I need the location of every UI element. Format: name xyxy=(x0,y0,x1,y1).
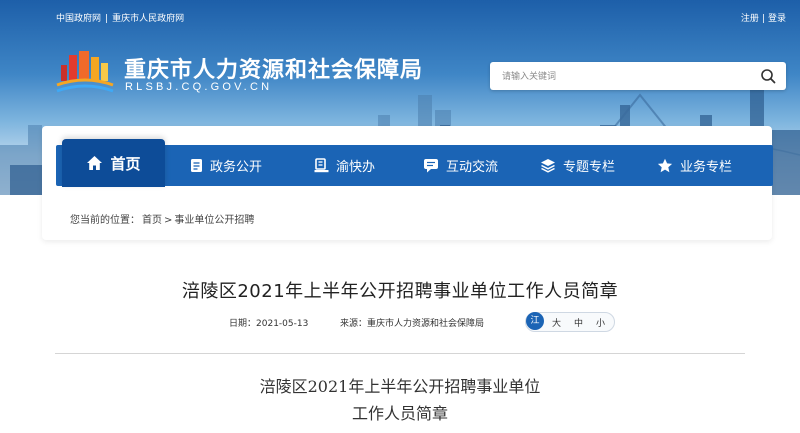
site-title[interactable]: 重庆市人力资源和社会保障局 xyxy=(124,52,423,84)
site-logo[interactable] xyxy=(55,49,115,97)
nav-item-government-affairs[interactable]: 政务公开 xyxy=(190,145,262,186)
nav-item-label: 专题专栏 xyxy=(563,160,616,175)
document-icon xyxy=(191,159,202,172)
font-size-controls: 江 大 中 小 xyxy=(525,312,615,332)
top-links-separator: | xyxy=(105,14,109,24)
login-link[interactable]: 登录 xyxy=(768,14,786,24)
chat-icon xyxy=(424,159,438,173)
divider xyxy=(55,353,745,354)
search-icon[interactable] xyxy=(760,68,776,84)
date-value: 2021-05-13 xyxy=(256,319,309,329)
breadcrumb-current-link[interactable]: 事业单位公开招聘 xyxy=(174,215,254,226)
date-label: 日期： xyxy=(229,319,257,329)
nav-item-label: 渝快办 xyxy=(336,160,376,175)
layers-icon xyxy=(541,159,555,173)
search-input[interactable] xyxy=(500,68,744,86)
register-link[interactable]: 注册 xyxy=(741,14,759,24)
body-heading-line-2: 工作人员简章 xyxy=(351,404,448,423)
star-icon xyxy=(657,158,673,173)
account-separator: | xyxy=(761,14,765,24)
breadcrumb: 您当前的位置： 首页 > 事业单位公开招聘 xyxy=(70,211,256,226)
source-label: 来源： xyxy=(340,319,368,329)
nav-item-special-topics[interactable]: 专题专栏 xyxy=(540,145,615,186)
nav-item-home[interactable]: 首页 xyxy=(62,139,165,187)
breadcrumb-home-link[interactable]: 首页 xyxy=(142,215,162,226)
share-icon[interactable]: 江 xyxy=(526,312,544,330)
link-cq-gov[interactable]: 重庆市人民政府网 xyxy=(112,14,184,24)
font-size-large-button[interactable]: 大 xyxy=(552,316,561,329)
article-date: 日期：2021-05-13 xyxy=(229,316,308,329)
link-gov-cn[interactable]: 中国政府网 xyxy=(56,14,101,24)
article-source: 来源：重庆市人力资源和社会保障局 xyxy=(340,316,484,329)
nav-item-label: 首页 xyxy=(110,154,141,173)
body-heading-line-1: 涪陵区2021年上半年公开招聘事业单位 xyxy=(259,377,541,396)
service-icon xyxy=(314,158,329,173)
nav-item-yukuaiban[interactable]: 渝快办 xyxy=(314,145,375,186)
font-size-medium-button[interactable]: 中 xyxy=(574,316,583,329)
site-domain: RLSBJ.CQ.GOV.CN xyxy=(125,81,273,93)
home-icon xyxy=(87,156,103,170)
nav-item-label: 业务专栏 xyxy=(680,160,733,175)
account-links: 注册 | 登录 xyxy=(738,11,786,24)
source-value: 重庆市人力资源和社会保障局 xyxy=(367,319,485,329)
top-links: 中国政府网 | 重庆市人民政府网 xyxy=(56,11,188,24)
breadcrumb-prefix: 您当前的位置： xyxy=(70,215,140,226)
nav-item-interaction[interactable]: 互动交流 xyxy=(423,145,498,186)
article-title: 涪陵区2021年上半年公开招聘事业单位工作人员简章 xyxy=(181,281,619,302)
search-box xyxy=(490,62,786,90)
nav-item-label: 互动交流 xyxy=(446,160,499,175)
nav-item-label: 政务公开 xyxy=(210,160,263,175)
breadcrumb-separator: > xyxy=(164,215,173,226)
nav-item-business-columns[interactable]: 业务专栏 xyxy=(657,145,732,186)
font-size-small-button[interactable]: 小 xyxy=(596,316,605,329)
